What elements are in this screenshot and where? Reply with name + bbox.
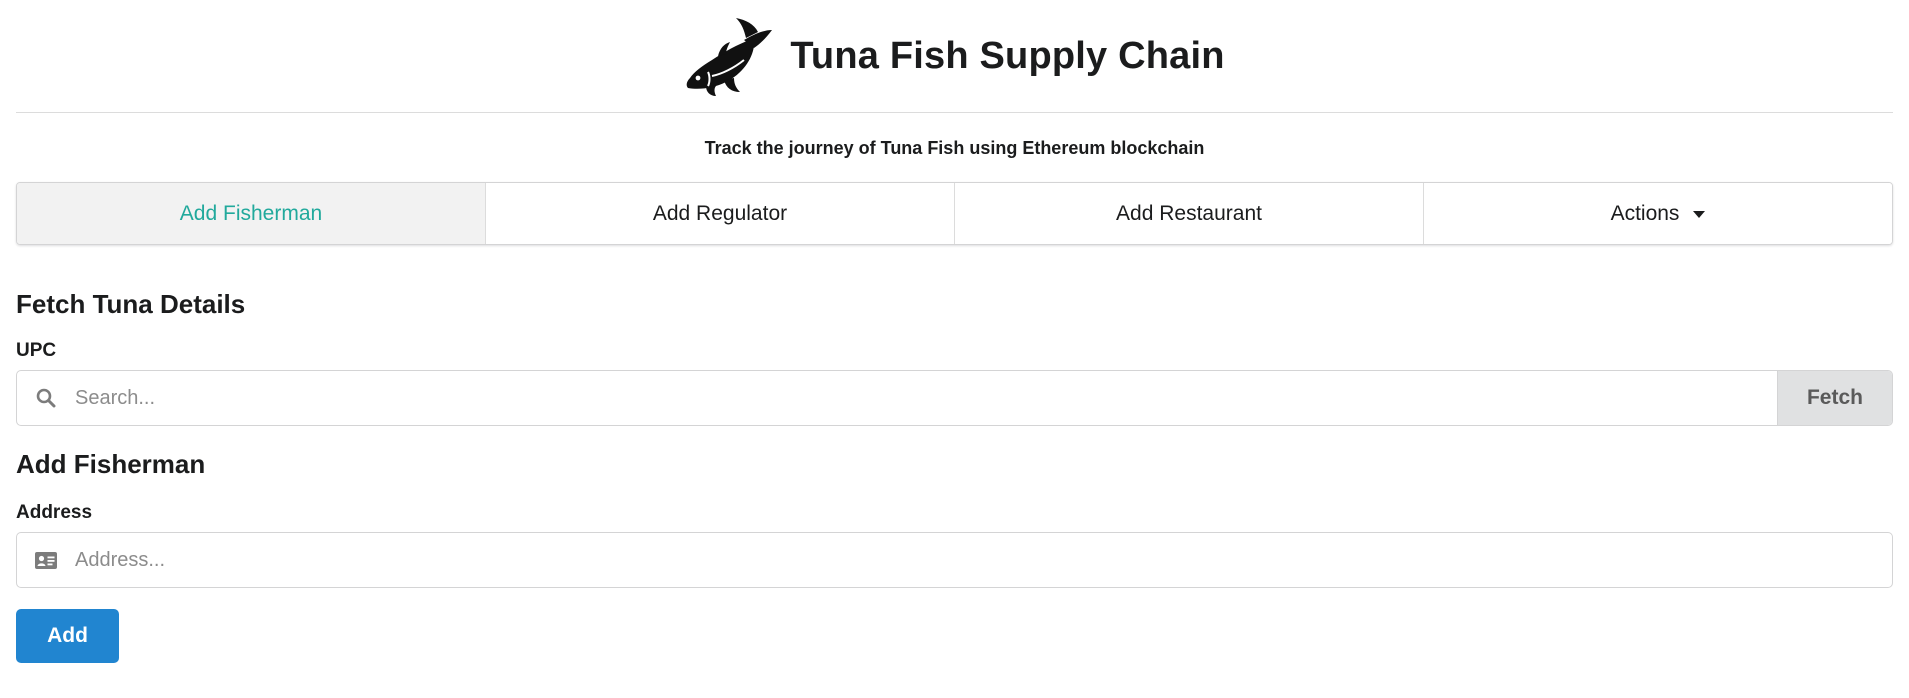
address-input[interactable] [75, 533, 1892, 587]
add-fisherman-section: Add Fisherman Address Add [16, 449, 1893, 663]
upc-search-input[interactable] [75, 371, 1777, 425]
tab-add-restaurant[interactable]: Add Restaurant [955, 183, 1424, 244]
tab-label: Add Fisherman [179, 201, 323, 225]
brand: Tuna Fish Supply Chain [684, 16, 1224, 96]
caret-down-icon [1693, 211, 1706, 218]
section-title: Fetch Tuna Details [16, 289, 246, 319]
upc-label: UPC [16, 340, 57, 361]
tuna-fish-icon [686, 18, 773, 96]
actions-dropdown[interactable]: Actions [1424, 183, 1892, 244]
add-fisherman-button[interactable]: Add [16, 609, 119, 663]
fetch-button[interactable]: Fetch [1777, 371, 1892, 425]
search-icon [17, 371, 75, 425]
tab-menu: Add Fisherman Add Regulator Add Restaura… [16, 182, 1893, 245]
tab-add-regulator[interactable]: Add Regulator [486, 183, 955, 244]
section-title: Add Fisherman [16, 449, 206, 479]
tab-label: Add Regulator [652, 201, 788, 225]
app-subtitle: Track the journey of Tuna Fish using Eth… [704, 138, 1205, 158]
app-title: Tuna Fish Supply Chain [790, 34, 1225, 77]
tab-add-fisherman[interactable]: Add Fisherman [17, 183, 486, 244]
page: Tuna Fish Supply Chain Track the journey… [0, 0, 1909, 698]
tab-label: Actions [1610, 201, 1680, 225]
address-label: Address [16, 502, 93, 523]
tab-label: Add Restaurant [1116, 201, 1262, 225]
fetch-section: Fetch Tuna Details UPC Fetch [16, 289, 1893, 426]
address-input-group [16, 532, 1893, 588]
app-header: Tuna Fish Supply Chain [16, 0, 1893, 113]
id-card-icon [17, 533, 75, 587]
upc-input-group: Fetch [16, 370, 1893, 426]
